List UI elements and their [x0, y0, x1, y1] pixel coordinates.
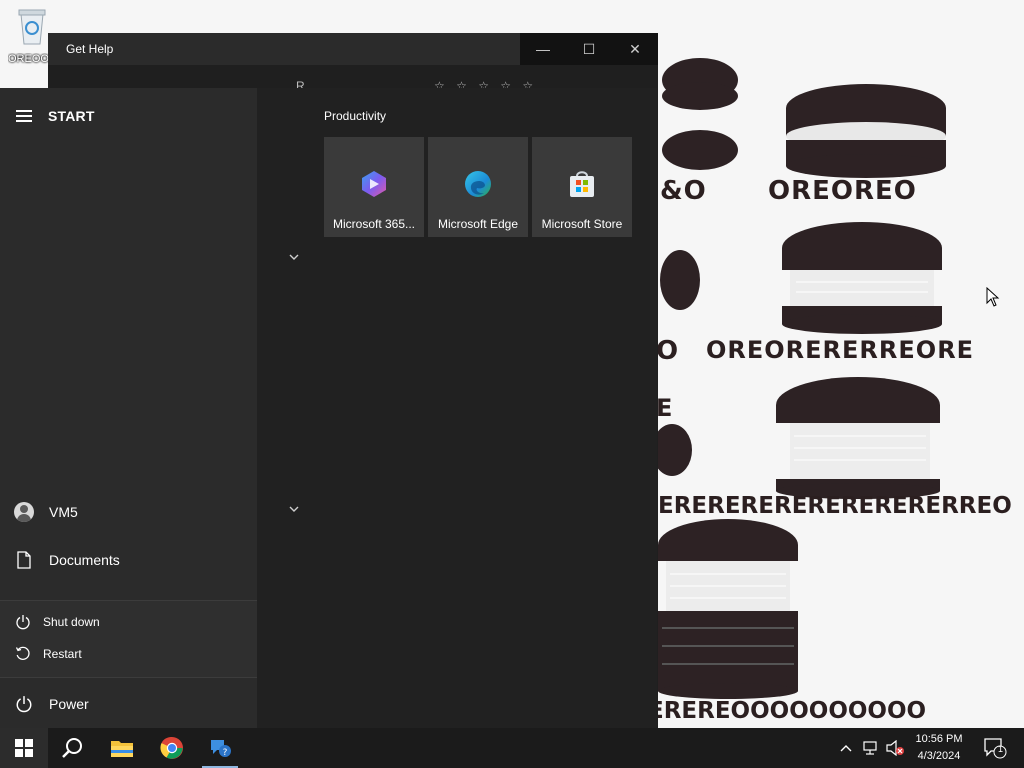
tile-label: Microsoft 365... [332, 217, 416, 231]
chevron-down-icon[interactable] [288, 503, 300, 515]
user-avatar-icon [14, 502, 34, 522]
edge-icon [465, 171, 491, 197]
svg-text:?: ? [223, 748, 228, 758]
document-icon [17, 551, 31, 569]
documents-button[interactable]: Documents [0, 538, 257, 582]
wallpaper-word: OREOREO [768, 176, 917, 206]
power-button[interactable]: Power [0, 682, 257, 726]
minimize-button[interactable]: — [520, 33, 566, 65]
volume-muted-icon [886, 740, 904, 756]
show-hidden-icons-button[interactable] [836, 728, 856, 768]
windows-logo-icon [15, 739, 33, 757]
user-account-button[interactable]: VM5 [0, 490, 257, 534]
search-button[interactable] [48, 728, 96, 768]
tile-microsoft-edge[interactable]: Microsoft Edge [428, 137, 528, 237]
shut-down-label: Shut down [43, 615, 100, 629]
power-options-flyout: Shut down Restart [0, 600, 257, 678]
chrome-button[interactable] [148, 728, 196, 768]
wallpaper-word: O [656, 336, 680, 366]
restart-label: Restart [43, 647, 82, 661]
wallpaper-word: OREORERERREORE [706, 336, 975, 364]
power-icon [16, 696, 32, 713]
window-title: Get Help [66, 42, 114, 56]
documents-label: Documents [49, 552, 120, 568]
network-icon [863, 741, 877, 755]
wallpaper-word: ERERERERERERERERERREO [658, 493, 1012, 519]
taskbar: ? 10:56 PM 4/3/2024 1 [0, 728, 1024, 768]
clock-time: 10:56 PM [915, 733, 963, 745]
wallpaper-word: &O [660, 176, 707, 206]
tile-group-title[interactable]: Productivity [324, 109, 386, 123]
notification-count-badge: 1 [998, 744, 1004, 754]
wallpaper-word: E [656, 394, 674, 422]
start-header-label: START [48, 108, 95, 124]
tile-microsoft-store[interactable]: Microsoft Store [532, 137, 632, 237]
shut-down-option[interactable]: Shut down [0, 607, 257, 637]
chevron-up-icon [840, 745, 852, 752]
notification-icon [984, 738, 1007, 759]
hamburger-menu-icon[interactable] [16, 110, 32, 122]
start-button[interactable] [0, 728, 48, 768]
restart-icon [15, 646, 30, 660]
network-button[interactable] [860, 728, 882, 768]
clock[interactable]: 10:56 PM 4/3/2024 [905, 731, 973, 765]
start-menu: START VM5 Documents Shut down Restart Po… [0, 88, 657, 728]
get-help-taskbar-button[interactable]: ? [198, 728, 242, 768]
tile-label: Microsoft Edge [437, 217, 519, 231]
wallpaper-word: EREREOOOOOOOOOO [648, 698, 927, 724]
power-label: Power [49, 696, 89, 712]
clock-date: 4/3/2024 [917, 750, 961, 762]
action-center-button[interactable]: 1 [978, 728, 1012, 768]
store-icon [570, 171, 594, 197]
get-help-icon: ? [211, 740, 231, 758]
maximize-button[interactable]: ☐ [566, 33, 612, 65]
recycle-bin-icon [18, 9, 46, 45]
file-explorer-icon [111, 741, 133, 757]
tile-microsoft-365[interactable]: Microsoft 365... [324, 137, 424, 237]
user-name: VM5 [49, 504, 78, 520]
close-button[interactable]: ✕ [612, 33, 658, 65]
tile-label: Microsoft Store [541, 217, 623, 231]
search-icon [62, 738, 82, 758]
start-header[interactable]: START [16, 108, 95, 124]
window-titlebar[interactable]: Get Help — ☐ ✕ [48, 33, 658, 65]
file-explorer-button[interactable] [98, 728, 146, 768]
microsoft-365-icon [362, 171, 386, 197]
volume-button[interactable] [884, 728, 906, 768]
restart-option[interactable]: Restart [0, 639, 257, 669]
start-left-pane: START VM5 Documents Shut down Restart Po… [0, 88, 257, 728]
mouse-cursor-icon [986, 287, 1000, 307]
chrome-icon [160, 736, 183, 759]
chevron-down-icon[interactable] [288, 251, 300, 263]
power-icon [16, 615, 30, 630]
